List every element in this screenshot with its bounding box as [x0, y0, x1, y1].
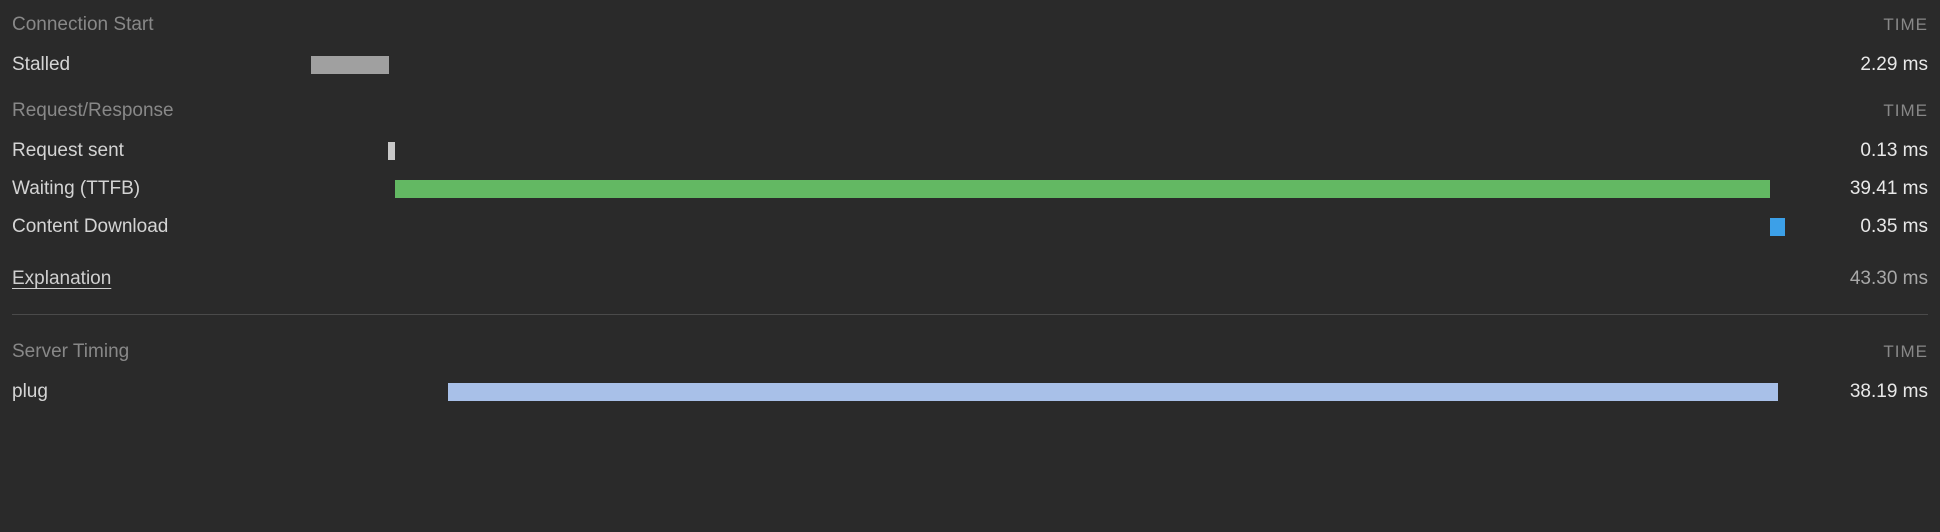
- row-value: 38.19 ms: [1828, 381, 1928, 403]
- bar-track: [297, 56, 1808, 74]
- bar-track: [297, 180, 1808, 198]
- row-value: 0.13 ms: [1828, 140, 1928, 162]
- section-header-request-response: Request/Response TIME: [12, 94, 1928, 132]
- time-column-header: TIME: [1883, 101, 1928, 121]
- timing-row-content-download: Content Download 0.35 ms: [12, 208, 1928, 246]
- row-value: 2.29 ms: [1828, 54, 1928, 76]
- timing-row-request-sent: Request sent 0.13 ms: [12, 132, 1928, 170]
- stalled-bar: [311, 56, 390, 74]
- explanation-link[interactable]: Explanation: [12, 268, 111, 290]
- section-title: Request/Response: [12, 100, 174, 122]
- timing-row-plug: plug 38.19 ms: [12, 373, 1928, 411]
- row-value: 39.41 ms: [1828, 178, 1928, 200]
- request-sent-bar: [388, 142, 396, 160]
- time-column-header: TIME: [1883, 15, 1928, 35]
- section-header-connection-start: Connection Start TIME: [12, 8, 1928, 46]
- section-header-server-timing: Server Timing TIME: [12, 335, 1928, 373]
- bar-track: [297, 218, 1808, 236]
- row-label: Content Download: [12, 216, 297, 238]
- row-label: Stalled: [12, 54, 297, 76]
- summary-row: Explanation 43.30 ms: [12, 260, 1928, 298]
- waiting-bar: [395, 180, 1770, 198]
- section-divider: [12, 314, 1928, 315]
- content-download-bar: [1770, 218, 1785, 236]
- plug-bar: [448, 383, 1778, 401]
- section-title: Server Timing: [12, 341, 129, 363]
- row-label: Waiting (TTFB): [12, 178, 297, 200]
- timing-row-stalled: Stalled 2.29 ms: [12, 46, 1928, 84]
- row-value: 0.35 ms: [1828, 216, 1928, 238]
- row-label: Request sent: [12, 140, 297, 162]
- bar-track: [297, 383, 1808, 401]
- timing-row-waiting: Waiting (TTFB) 39.41 ms: [12, 170, 1928, 208]
- total-time: 43.30 ms: [1850, 268, 1928, 290]
- time-column-header: TIME: [1883, 342, 1928, 362]
- bar-track: [297, 142, 1808, 160]
- section-title: Connection Start: [12, 14, 154, 36]
- row-label: plug: [12, 381, 297, 403]
